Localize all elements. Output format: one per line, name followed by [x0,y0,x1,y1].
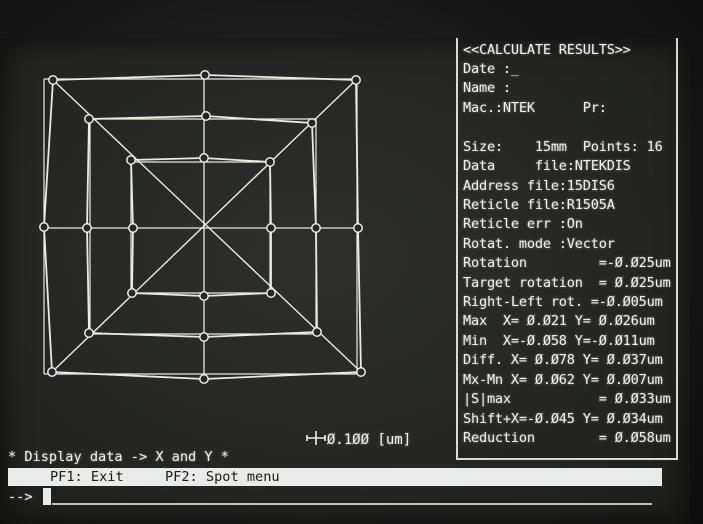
results-line: Min X=-Ø.Ø58 Y=-Ø.Ø11um [463,332,655,349]
command-prompt: --> [8,489,33,505]
results-line: Data file:NTEKDIS [463,158,631,175]
text-cursor [43,488,51,505]
measurement-point [311,223,321,233]
results-line: Max X= Ø.Ø21 Y= Ø.Ø26um [463,313,655,330]
results-line: Date :_ [463,61,519,77]
measurement-point [266,223,276,233]
measurement-point [353,223,363,233]
pf2-spot-menu-button[interactable]: PF2: Spot menu [165,468,280,486]
measurement-point [84,328,94,338]
results-line: Reticle file:R1505A [463,196,615,213]
results-line: Rotation =-Ø.Ø25um [463,255,671,272]
measurement-point [266,288,276,298]
results-line: Reticle err :On [463,216,583,233]
pf1-exit-button[interactable]: PF1: Exit [50,468,124,486]
measurement-point [200,70,210,80]
results-line: Reduction = Ø.Ø58um [463,429,671,446]
results-line: Target rotation = Ø.Ø25um [463,274,671,291]
measurement-point [356,367,366,377]
measurement-point [351,75,361,85]
measurement-point [47,367,57,377]
results-line: Mac.:NTEK Pr: [463,99,607,116]
measurement-point [126,155,136,165]
display-mode-line: * Display data -> X and Y * [8,449,229,465]
results-line: Shift+X=-Ø.Ø45 Y= Ø.Ø34um [463,410,663,427]
measurement-point [312,327,322,337]
scale-value: Ø.1ØØ [um] [326,432,412,448]
measurement-point [265,157,275,167]
measurement-point [199,332,209,342]
measurement-point [199,153,209,163]
grid-polyline [86,115,318,338]
results-line: Right-Left rot. =-Ø.Ø05um [463,294,663,311]
measurement-point [199,291,209,301]
crosshair-icon [306,431,326,445]
measurement-point [201,111,211,121]
measurement-point [48,75,58,85]
results-line: Mx-Mn X= Ø.Ø62 Y= Ø.Ø07um [463,371,663,388]
results-line: Name : [463,80,511,97]
measurement-point [127,288,137,298]
measurement-point [199,374,209,384]
measurement-point [84,114,94,124]
results-line: Rotat. mode :Vector [463,235,615,252]
measurement-point [307,118,317,128]
results-line: Size: 15mm Points: 16 [463,138,663,155]
results-line: Address file:15DIS6 [463,177,615,194]
command-input[interactable] [52,503,652,505]
results-line: |S|max = Ø.Ø33um [463,391,671,408]
results-line: Diff. X= Ø.Ø78 Y= Ø.Ø37um [463,352,663,369]
results-panel-header: <<CALCULATE RESULTS>> [463,42,631,58]
measurement-point [128,223,138,233]
measurement-point [39,222,49,232]
function-key-bar: PF1: Exit PF2: Spot menu [8,468,662,486]
scale-indicator: Ø.1ØØ [um] [288,414,411,448]
measurement-point [82,223,92,233]
